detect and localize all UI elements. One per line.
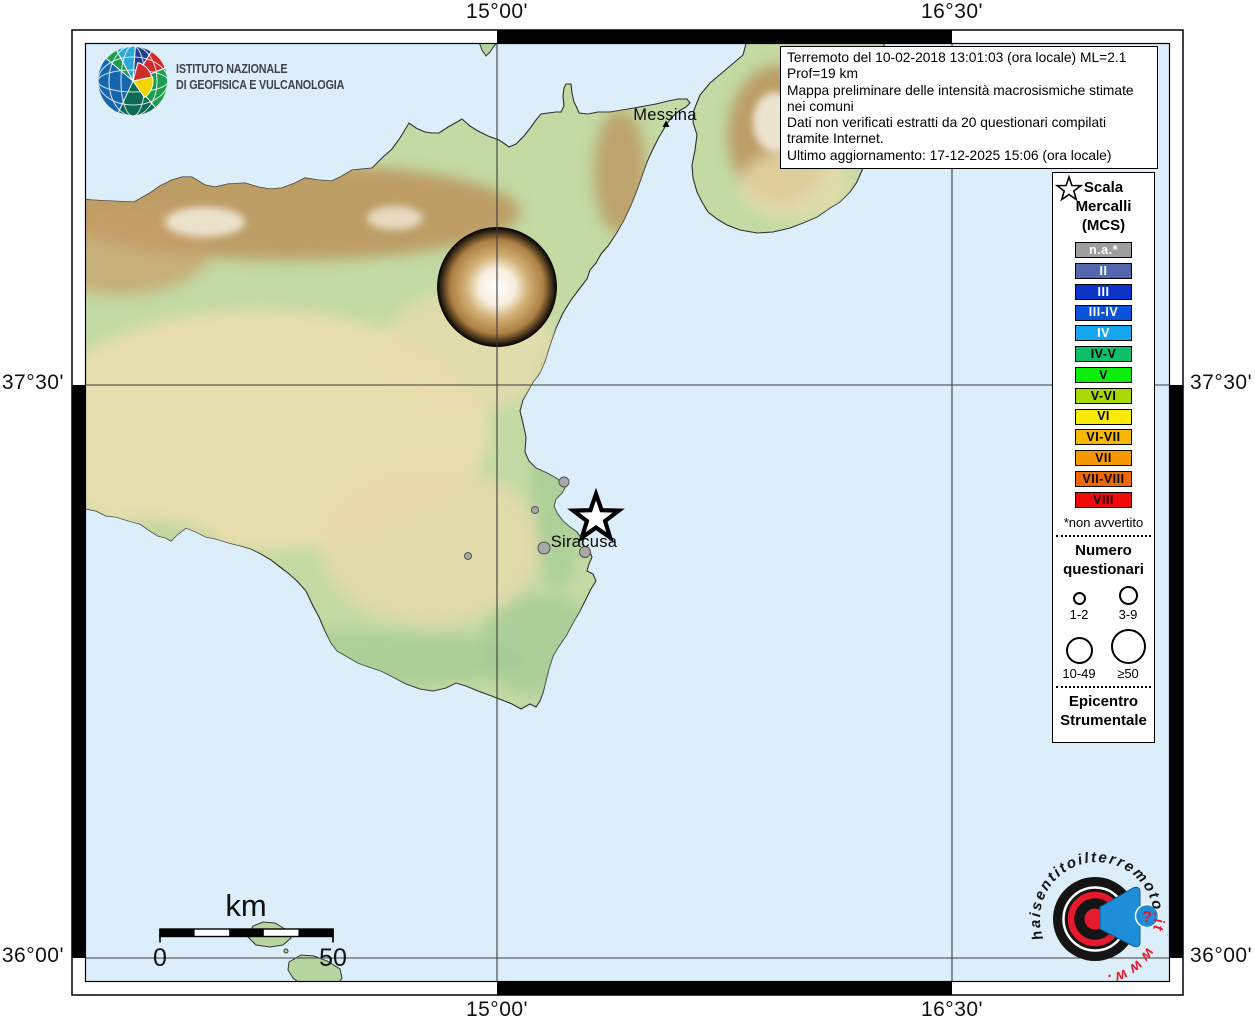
scale-bar-start: 0 <box>153 944 167 972</box>
axis-label-right-lat2: 36°00' <box>1190 944 1253 967</box>
size-label: 3-9 <box>1118 607 1138 623</box>
size-label: ≥50 <box>1117 666 1139 682</box>
ingv-logo-globe <box>98 46 168 116</box>
axis-label-bottom-lon2: 16°30' <box>920 998 984 1021</box>
mcs-swatch-n.a.*: n.a.* <box>1075 242 1132 259</box>
legend-panel: Scala Mercalli (MCS) n.a.* II III III-IV IV I… <box>1052 172 1155 743</box>
mcs-swatch-iii: III <box>1075 283 1132 300</box>
info-line-event: Terremoto del 10-02-2018 13:01:03 (ora l… <box>787 50 1127 82</box>
size-circle-icon <box>1072 592 1086 606</box>
mcs-swatch-iv-v: IV-V <box>1075 346 1132 363</box>
scale-bar-unit: km <box>225 888 266 923</box>
mcs-swatch-v: V <box>1075 367 1132 384</box>
survey-point <box>531 506 539 514</box>
comino-island <box>283 948 289 954</box>
axis-label-top-lon2: 16°30' <box>920 0 984 23</box>
map-area: km 0 50 Messina Siracusa ? haisentitoilte… <box>85 43 1170 982</box>
questionnaire-size-grid: 1-2 3-9 10-49 ≥50 <box>1053 586 1154 681</box>
size-label: 10-49 <box>1062 666 1096 682</box>
macroseismic-map-page: { "axis": { "lon_labels": ["15°00'", "16… <box>0 0 1255 1024</box>
scale-bar-end: 50 <box>319 944 347 972</box>
info-line-map: Mappa preliminare delle intensità macros… <box>787 82 1134 114</box>
epicenter-legend-title: Epicentro Strumentale <box>1060 693 1147 730</box>
legend-divider <box>1056 686 1151 689</box>
axis-label-left-lat1: 37°30' <box>1 371 64 394</box>
mcs-swatch-viii: VIII <box>1075 491 1132 508</box>
mcs-swatch-vi: VI <box>1075 408 1132 425</box>
legend-footnote: *non avvertito <box>1063 514 1144 530</box>
mcs-scale-list: n.a.* II III III-IV IV IV-V V V-VI VI VI-VII VII VI… <box>1053 242 1154 508</box>
size-circle-icon <box>1118 586 1138 606</box>
survey-point <box>464 552 472 560</box>
mcs-swatch-vii: VII <box>1075 450 1132 467</box>
legend-divider <box>1056 534 1151 537</box>
axis-label-top-lon1: 15°00' <box>465 0 529 23</box>
ingv-name-line1: ISTITUTO NAZIONALE <box>176 62 288 76</box>
mcs-swatch-v-vi: V-VI <box>1075 387 1132 404</box>
axis-label-left-lat2: 36°00' <box>1 944 64 967</box>
questionnaire-title: Numero questionari <box>1063 541 1144 578</box>
axis-label-bottom-lon1: 15°00' <box>465 998 529 1021</box>
mcs-swatch-ii: II <box>1075 263 1132 280</box>
info-line-updated: Ultimo aggiornamento: 17-12-2025 15:06 (… <box>787 147 1112 163</box>
mcs-swatch-vii-viii: VII-VIII <box>1075 471 1132 488</box>
mcs-swatch-iii-iv: III-IV <box>1075 304 1132 321</box>
ingv-logo-text: ISTITUTO NAZIONALE DI GEOFISICA E VULCAN… <box>176 62 344 94</box>
questionnaire-size-≥50: ≥50 <box>1105 629 1151 681</box>
size-circle-icon <box>1065 637 1093 665</box>
axis-label-right-lat1: 37°30' <box>1190 371 1253 394</box>
survey-point <box>537 541 551 555</box>
questionnaire-size-1-2: 1-2 <box>1056 592 1102 622</box>
mcs-swatch-vi-vii: VI-VII <box>1075 429 1132 446</box>
city-label-messina: Messina <box>633 106 697 124</box>
info-line-data: Dati non verificati estratti da 20 quest… <box>787 115 1107 147</box>
size-label: 1-2 <box>1069 607 1089 623</box>
city-label-siracusa: Siracusa <box>551 533 618 551</box>
size-circle-icon <box>1110 629 1146 665</box>
questionnaire-size-3-9: 3-9 <box>1105 586 1151 622</box>
ingv-name-line2: DI GEOFISICA E VULCANOLOGIA <box>176 77 345 92</box>
questionnaire-size-10-49: 10-49 <box>1056 637 1102 681</box>
survey-point <box>558 476 570 488</box>
earthquake-info-box: Terremoto del 10-02-2018 13:01:03 (ora l… <box>780 46 1158 169</box>
mcs-swatch-iv: IV <box>1075 325 1132 342</box>
